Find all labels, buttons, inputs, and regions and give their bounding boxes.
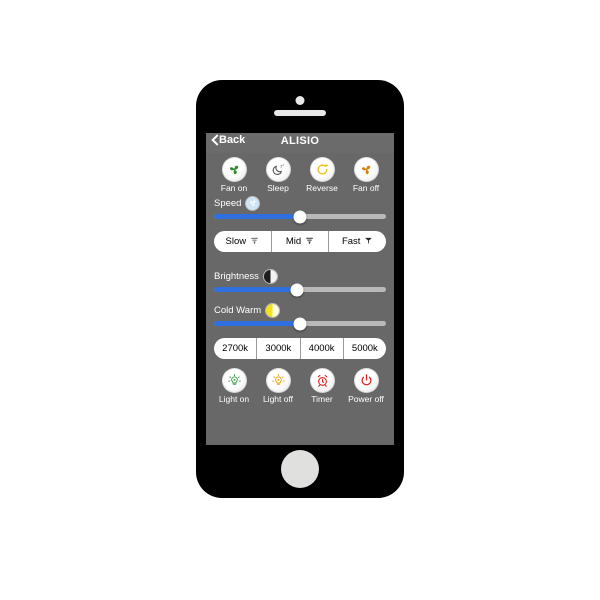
reverse-button[interactable]: Reverse — [302, 157, 342, 193]
light-on-label: Light on — [218, 394, 250, 404]
power-off-label: Power off — [348, 394, 384, 404]
light-on-button[interactable]: Light on — [214, 368, 254, 404]
cold-warm-slider-track[interactable] — [214, 317, 386, 330]
color-temperature-segmented-control: 2700k 3000k 4000k 5000k — [214, 338, 386, 359]
speed-preset-slow-label: Slow — [225, 236, 247, 247]
timer-button[interactable]: Timer — [302, 368, 342, 404]
brightness-label: Brightness — [214, 270, 259, 282]
phone-device-frame: Back ALISIO Fan on z z Sleep Reverse Fan… — [196, 80, 404, 498]
fan-controls-row: Fan on z z Sleep Reverse Fan off — [206, 153, 394, 193]
color-temp-2700k[interactable]: 2700k — [214, 338, 258, 359]
color-temp-3000k[interactable]: 3000k — [257, 338, 301, 359]
speed-slider-thumb[interactable] — [293, 210, 307, 223]
fan-speed-slow-icon — [250, 236, 259, 248]
color-temp-5000k-label: 5000k — [351, 343, 378, 354]
brightness-slider-thumb[interactable] — [290, 283, 304, 296]
screenshot-canvas: Back ALISIO Fan on z z Sleep Reverse Fan… — [0, 0, 600, 600]
phone-screen: Back ALISIO Fan on z z Sleep Reverse Fan… — [206, 133, 394, 445]
cold-warm-header: Cold Warm — [214, 302, 386, 318]
speed-label: Speed — [214, 197, 242, 209]
speed-preset-mid[interactable]: Mid — [272, 231, 330, 252]
fan-speed-mid-icon — [305, 236, 314, 248]
fan-icon — [353, 157, 379, 182]
navigation-bar: Back ALISIO — [206, 133, 394, 153]
color-temp-3000k-label: 3000k — [265, 343, 292, 354]
cold-warm-slider-thumb[interactable] — [293, 317, 307, 330]
page-title: ALISIO — [280, 135, 320, 147]
cold-warm-label: Cold Warm — [214, 304, 262, 316]
fan-on-button[interactable]: Fan on — [214, 157, 254, 193]
speed-preset-mid-label: Mid — [285, 236, 302, 247]
speed-slider-fill — [214, 214, 300, 219]
speed-preset-fast[interactable]: Fast — [329, 231, 386, 252]
fan-on-label: Fan on — [220, 183, 248, 193]
speed-preset-slow[interactable]: Slow — [214, 231, 272, 252]
speed-slider-block: Speed — [206, 193, 394, 223]
svg-text:z: z — [282, 163, 284, 167]
alarm-clock-icon — [309, 368, 335, 393]
light-off-button[interactable]: Light off — [258, 368, 298, 404]
brightness-slider-block: Brightness — [206, 266, 394, 296]
light-bulb-off-icon — [265, 368, 291, 393]
color-temp-5000k[interactable]: 5000k — [344, 338, 386, 359]
half-moon-warm-icon — [266, 303, 280, 317]
power-off-button[interactable]: Power off — [346, 368, 386, 404]
half-moon-contrast-icon — [263, 269, 277, 283]
brightness-header: Brightness — [214, 268, 386, 284]
fan-off-label: Fan off — [352, 183, 380, 193]
home-button[interactable] — [281, 450, 319, 488]
speed-preset-fast-label: Fast — [341, 236, 361, 247]
speed-preset-segmented-control: Slow Mid Fast — [214, 231, 386, 252]
fan-speed-fast-icon — [364, 236, 373, 248]
sleep-label: Sleep — [267, 183, 289, 193]
brightness-slider-track[interactable] — [214, 283, 386, 296]
light-controls-row: Light on Light off Timer Power off — [206, 364, 394, 404]
cold-warm-slider-block: Cold Warm — [206, 300, 394, 330]
fan-icon — [221, 157, 247, 182]
brightness-slider-fill — [214, 287, 297, 292]
reverse-arrow-icon — [309, 157, 335, 182]
moon-sleep-icon: z z — [265, 157, 291, 182]
speed-slider-track[interactable] — [214, 210, 386, 223]
reverse-label: Reverse — [306, 183, 338, 193]
light-off-label: Light off — [262, 394, 294, 404]
color-temp-2700k-label: 2700k — [222, 343, 249, 354]
cold-warm-slider-fill — [214, 321, 300, 326]
front-camera-icon — [295, 96, 305, 105]
power-icon — [353, 368, 379, 393]
earpiece-speaker — [274, 110, 326, 116]
light-bulb-on-icon — [221, 368, 247, 393]
speed-header: Speed — [214, 195, 386, 211]
fan-off-button[interactable]: Fan off — [346, 157, 386, 193]
color-temp-4000k[interactable]: 4000k — [301, 338, 344, 359]
color-temp-4000k-label: 4000k — [308, 343, 335, 354]
fan-badge-icon — [246, 196, 260, 210]
timer-label: Timer — [311, 394, 333, 404]
sleep-button[interactable]: z z Sleep — [258, 157, 298, 193]
